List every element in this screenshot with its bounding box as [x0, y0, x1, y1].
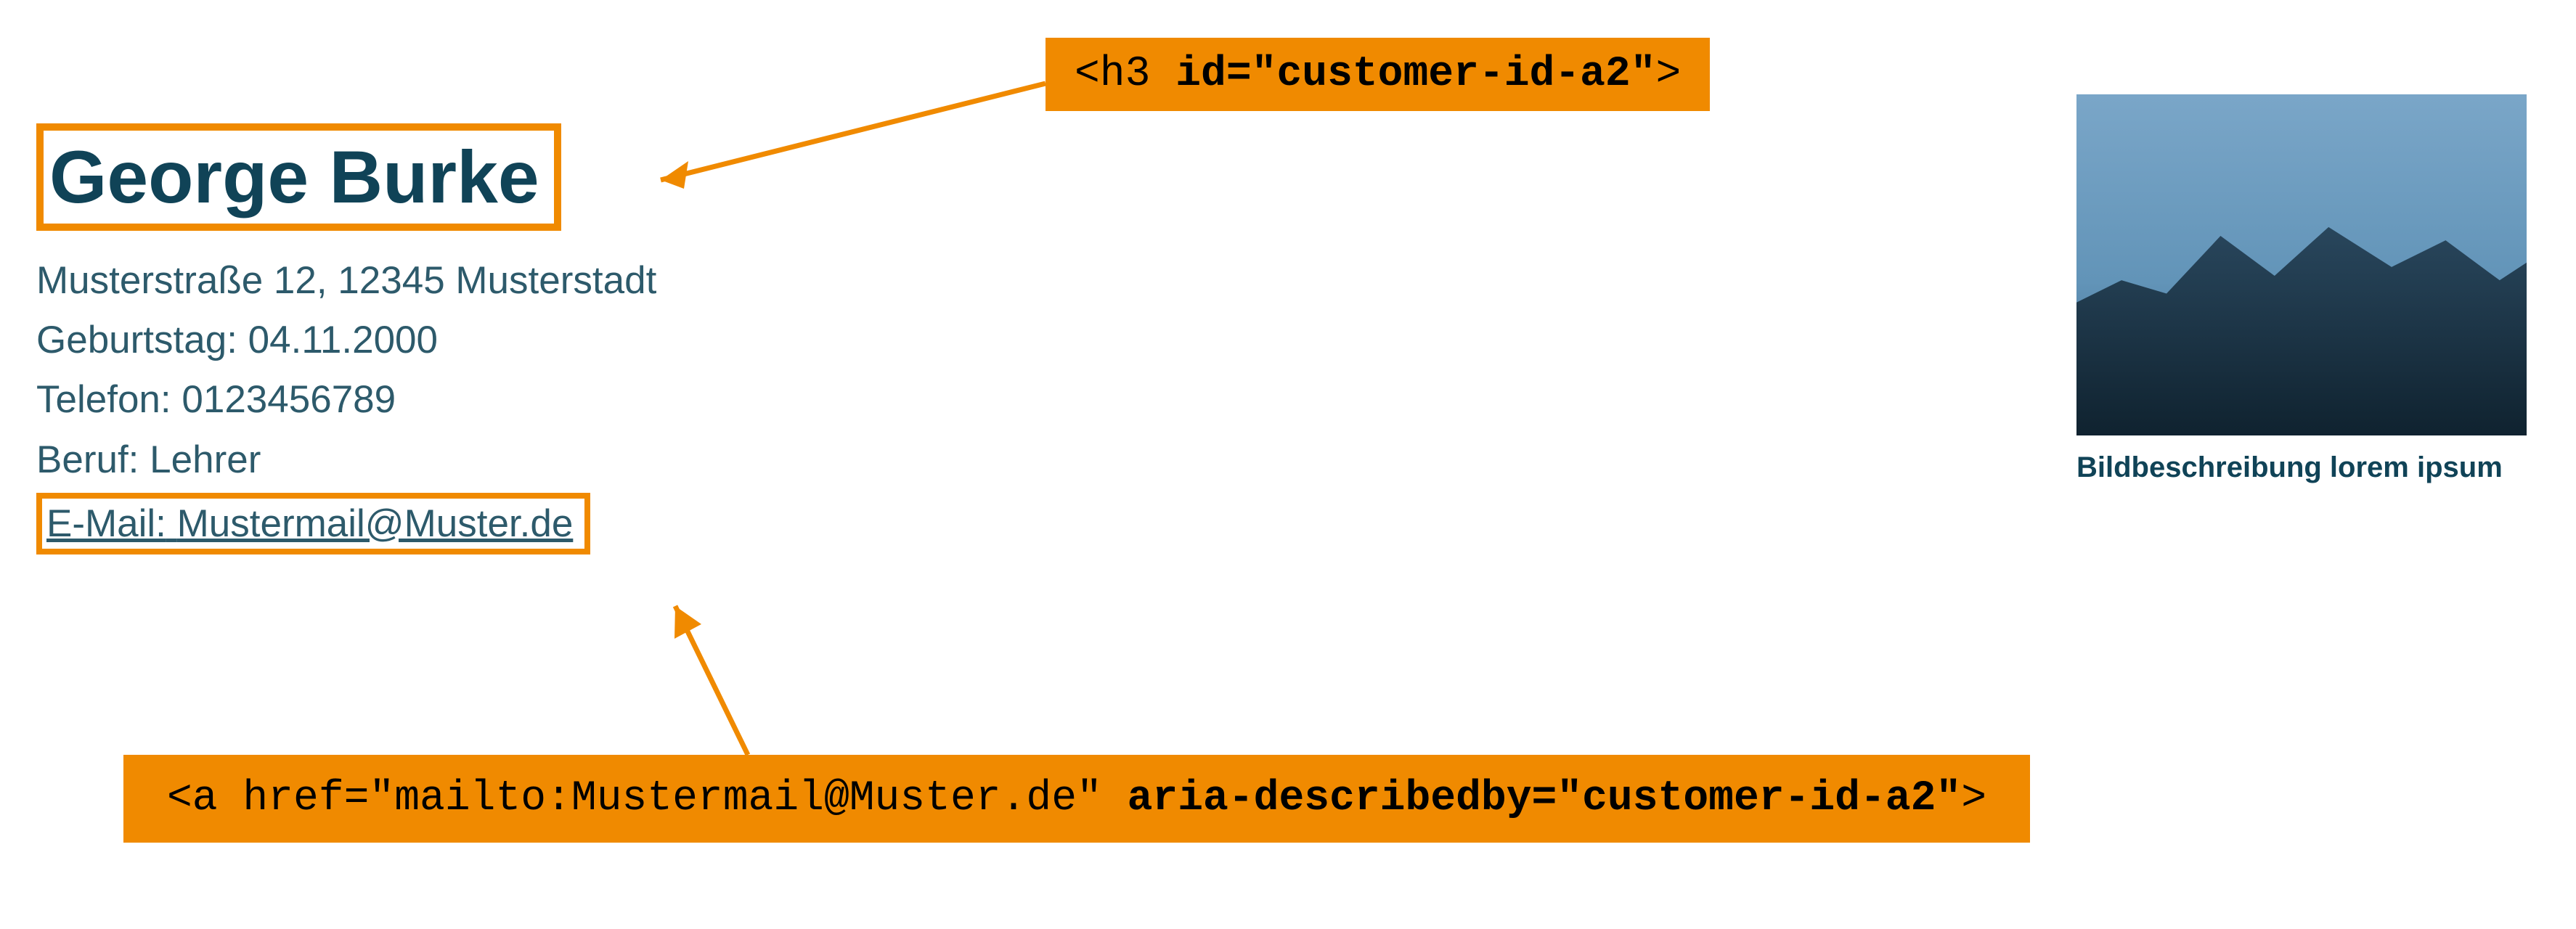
- phone-label: Telefon:: [36, 378, 171, 421]
- customer-job: Beruf: Lehrer: [36, 430, 656, 490]
- email-value: Mustermail@Muster.de: [177, 502, 574, 545]
- annotation-bottom-attr: aria-describedby="customer-id-a2": [1128, 775, 1962, 822]
- customer-address: Musterstraße 12, 12345 Musterstadt: [36, 251, 656, 311]
- mountain-shape: [2076, 214, 2527, 436]
- annotation-code-heading: <h3 id="customer-id-a2">: [1046, 38, 1710, 111]
- job-value: Lehrer: [150, 438, 261, 481]
- email-label: E-Mail:: [46, 502, 166, 545]
- birthday-value: 04.11.2000: [248, 319, 438, 361]
- annotation-top-tag-open: <h3: [1075, 51, 1175, 98]
- annotation-top-attr: id="customer-id-a2": [1175, 51, 1655, 98]
- customer-email-box: E-Mail: Mustermail@Muster.de: [36, 493, 590, 554]
- customer-card: George Burke Musterstraße 12, 12345 Must…: [36, 123, 656, 554]
- annotation-bottom-tag-open: <a href="mailto:Mustermail@Muster.de": [167, 775, 1128, 822]
- job-label: Beruf:: [36, 438, 139, 481]
- birthday-label: Geburtstag:: [36, 319, 237, 361]
- customer-email-link[interactable]: E-Mail: Mustermail@Muster.de: [46, 502, 573, 545]
- annotation-top-tag-close: >: [1656, 51, 1682, 98]
- image-caption: Bildbeschreibung lorem ipsum: [2076, 449, 2527, 486]
- phone-value: 0123456789: [182, 378, 396, 421]
- customer-birthday: Geburtstag: 04.11.2000: [36, 311, 656, 370]
- landscape-image-card: Bildbeschreibung lorem ipsum: [2076, 94, 2527, 486]
- landscape-image: [2076, 94, 2527, 435]
- annotation-code-link: <a href="mailto:Mustermail@Muster.de" ar…: [123, 755, 2030, 843]
- customer-name-heading: George Burke: [36, 123, 561, 231]
- annotation-bottom-tag-close: >: [1961, 775, 1986, 822]
- diagram-canvas: <h3 id="customer-id-a2"> George Burke Mu…: [0, 0, 2576, 929]
- customer-phone: Telefon: 0123456789: [36, 370, 656, 430]
